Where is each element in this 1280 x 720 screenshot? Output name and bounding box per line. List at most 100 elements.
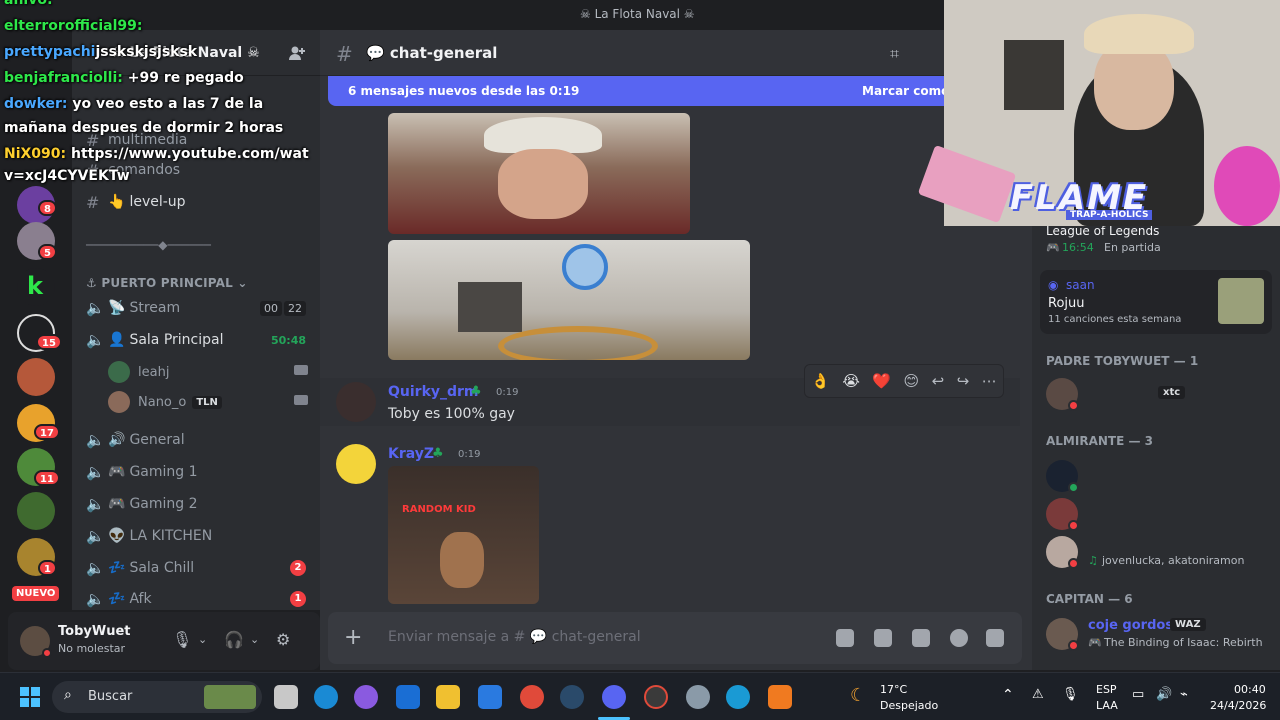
voice-channel-gaming-1[interactable]: 🔈 🎮 Gaming 1 [80, 458, 312, 486]
heart-reaction[interactable]: ❤️ [872, 372, 891, 390]
member-group-header: CAPITAN — 6 [1046, 592, 1133, 606]
message-author[interactable]: Quirky_drm [388, 384, 479, 400]
k-logo-icon: k [27, 272, 43, 300]
member-activity[interactable]: League of Legends 🎮 16:54 En partida [1046, 224, 1268, 258]
server-icon[interactable]: k [17, 268, 55, 306]
saan-activity-card[interactable]: ◉ saan Rojuu 11 canciones esta semana [1040, 270, 1272, 334]
emoji-icon[interactable] [950, 629, 968, 647]
activity-game: League of Legends [1046, 224, 1160, 238]
apps-icon[interactable] [986, 629, 1004, 647]
member-item[interactable]: xtc [1046, 378, 1268, 411]
member-item[interactable]: coje gordos WAZ 🎮 The Binding of Isaac: … [1046, 618, 1268, 651]
overlay-chat-line: mañana despues de dormir 2 horas [4, 120, 284, 136]
add-reaction-icon[interactable]: 😊 [904, 372, 920, 390]
sticker-icon[interactable] [912, 629, 930, 647]
role-icon: ♣ [432, 446, 444, 461]
more-icon[interactable]: ⋯ [982, 372, 997, 390]
discord-icon[interactable] [602, 685, 626, 709]
server-icon[interactable] [17, 492, 55, 530]
voice-user[interactable]: leahj [108, 359, 308, 385]
threads-icon[interactable]: ⌗ [890, 44, 899, 64]
forward-icon[interactable]: ↪ [957, 372, 970, 390]
windows-start-icon[interactable] [20, 687, 40, 707]
clock-time[interactable]: 00:40 [1234, 683, 1266, 696]
dnd-status-dot [42, 648, 52, 658]
user-count: 00 [260, 300, 282, 316]
microphone-icon[interactable]: 🎙 [172, 630, 192, 649]
channel-level-up[interactable]: # 👆 level-up [80, 188, 312, 216]
headphones-icon[interactable]: 🎧 [224, 630, 244, 649]
copilot-icon[interactable] [354, 685, 378, 709]
channel-emoji: 👽 [108, 528, 126, 544]
message-author[interactable]: KrayZ [388, 446, 434, 462]
voice-channel-stream[interactable]: 🔈 📡 Stream 00 22 [80, 294, 312, 322]
settings-icon[interactable] [686, 685, 710, 709]
outlook-icon[interactable] [396, 685, 420, 709]
voice-channel-general[interactable]: 🔈 🔊 General [80, 426, 312, 454]
ok-hand-reaction[interactable]: 👌 [811, 372, 830, 390]
new-messages-bar[interactable]: 6 mensajes nuevos desde las 0:19 Marcar … [328, 76, 1028, 106]
fl-studio-icon[interactable] [768, 685, 792, 709]
crying-reaction[interactable]: 😭 [842, 372, 860, 390]
message-time: 0:19 [458, 449, 481, 460]
taskbar-search[interactable]: ⌕ Buscar [52, 681, 262, 713]
member-name: coje gordos [1088, 618, 1174, 633]
server-badge: 8 [38, 200, 57, 216]
gear-icon[interactable]: ⚙ [276, 630, 290, 649]
message-image[interactable] [388, 240, 750, 360]
server-icon[interactable] [17, 358, 55, 396]
voice-channel-afk[interactable]: 🔈 💤 Afk 1 [80, 585, 312, 613]
chevron-down-icon[interactable]: ⌄ [198, 633, 207, 646]
reply-icon[interactable]: ↩ [932, 372, 945, 390]
cleaner-icon[interactable] [726, 685, 750, 709]
category-divider[interactable]: ──────────◆────── [86, 238, 211, 252]
member-item[interactable] [1046, 498, 1268, 531]
file-explorer-icon[interactable] [436, 685, 460, 709]
channel-label: Gaming 2 [129, 496, 198, 512]
speaker-icon: 🔈 [86, 299, 105, 317]
message-image[interactable]: RANDOM KID [388, 466, 539, 604]
clan-tag: WAZ [1170, 618, 1206, 631]
server-badge: 11 [34, 470, 60, 486]
message-composer[interactable]: + Enviar mensaje a # 💬 chat-general [328, 612, 1022, 664]
steam-icon[interactable] [560, 685, 584, 709]
voice-channel-la-kitchen[interactable]: 🔈 👽 LA KITCHEN [80, 522, 312, 550]
mention-badge: 1 [290, 591, 306, 607]
gift-icon[interactable] [836, 629, 854, 647]
member-item[interactable] [1046, 460, 1268, 493]
voice-channel-sala-principal[interactable]: 🔈 👤 Sala Principal 50:48 [80, 326, 312, 354]
avatar [108, 391, 130, 413]
channel-emoji: 🎮 [108, 496, 126, 512]
voice-user[interactable]: Nano_o TLN [108, 389, 308, 415]
mic-tray-icon[interactable]: 🎙 [1062, 687, 1079, 702]
chevron-down-icon[interactable]: ⌄ [250, 633, 259, 646]
obs-icon[interactable] [644, 685, 668, 709]
category-puerto-principal[interactable]: ⚓ PUERTO PRINCIPAL ⌄ [86, 276, 248, 290]
server-badge: 5 [38, 244, 57, 260]
monitor-icon[interactable]: ▭ [1132, 687, 1144, 702]
member-item[interactable]: ♫ jovenlucka, akatoniramon [1046, 536, 1268, 569]
input-language[interactable]: ESP [1096, 683, 1117, 696]
voice-channel-gaming-2[interactable]: 🔈 🎮 Gaming 2 [80, 490, 312, 518]
user-status: No molestar [58, 642, 126, 655]
task-view-icon[interactable] [274, 685, 298, 709]
gif-icon[interactable] [874, 629, 892, 647]
plus-icon[interactable]: + [344, 625, 362, 650]
channel-label: Stream [129, 300, 181, 316]
chevron-up-icon[interactable]: ⌃ [1002, 687, 1014, 703]
weather-temp[interactable]: 17°C [880, 683, 907, 696]
store-icon[interactable] [478, 685, 502, 709]
avatar[interactable] [336, 382, 376, 422]
avatar[interactable] [336, 444, 376, 484]
battery-icon[interactable]: ⌁ [1180, 687, 1188, 702]
speaker-icon[interactable]: 🔊 [1156, 687, 1172, 702]
dnd-status-dot [1068, 640, 1079, 651]
voice-channel-sala-chill[interactable]: 🔈 💤 Sala Chill 2 [80, 554, 312, 582]
network-icon[interactable]: ⚠ [1032, 687, 1044, 702]
member-group-header: PADRE TOBYWUET — 1 [1046, 354, 1199, 368]
window-title: ☠ La Flota Naval ☠ [580, 7, 695, 21]
face-shape [440, 532, 484, 588]
message-image[interactable] [388, 113, 690, 234]
edge-icon[interactable] [314, 685, 338, 709]
chrome-icon[interactable] [520, 685, 544, 709]
